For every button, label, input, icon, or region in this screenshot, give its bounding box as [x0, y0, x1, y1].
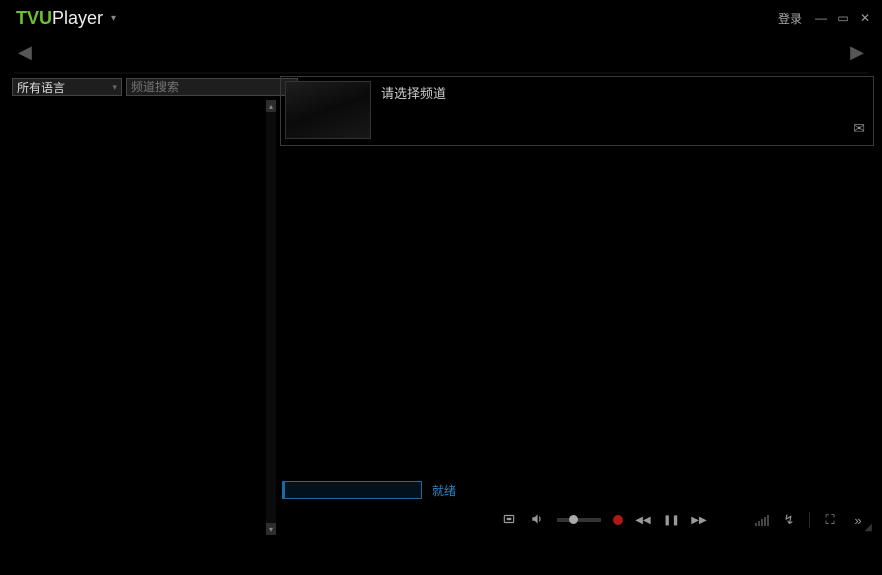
volume-slider[interactable]	[557, 518, 601, 522]
pause-button[interactable]: ❚❚	[663, 515, 679, 526]
title-bar: TVUPlayer ▾ 登录 — ▭ ✕	[0, 0, 882, 36]
channel-prompt-text: 请选择频道	[381, 81, 446, 141]
mail-icon[interactable]: ✉	[853, 120, 865, 137]
scroll-down-button[interactable]: ▾	[266, 523, 276, 535]
volume-knob[interactable]	[569, 515, 578, 524]
resize-grip-icon[interactable]: ◢	[864, 522, 872, 533]
close-button[interactable]: ✕	[856, 9, 874, 27]
chevron-down-icon: ▾	[112, 82, 117, 93]
volume-icon[interactable]	[529, 512, 545, 529]
language-dropdown[interactable]: 所有语言 ▾	[12, 78, 122, 96]
minimize-button[interactable]: —	[812, 9, 830, 27]
language-dropdown-label: 所有语言	[17, 79, 65, 96]
scroll-up-button[interactable]: ▴	[266, 100, 276, 112]
channel-list-area: ▴ ▾	[0, 100, 278, 535]
maximize-button[interactable]: ▭	[834, 9, 852, 27]
progress-row: 就绪	[280, 475, 874, 505]
status-text: 就绪	[432, 482, 456, 499]
app-logo: TVUPlayer	[16, 8, 103, 29]
refresh-icon[interactable]: ↯	[781, 512, 797, 528]
channel-search-input[interactable]	[131, 80, 286, 94]
main-menu-dropdown-icon[interactable]: ▾	[111, 13, 116, 24]
signal-strength-icon[interactable]	[755, 514, 769, 526]
fullscreen-icon[interactable]: ⛶	[822, 512, 838, 528]
channel-preview-thumbnail	[285, 81, 371, 139]
logo-part-1: TVU	[16, 8, 52, 29]
nav-next-icon[interactable]: ▶	[850, 42, 864, 63]
main-body: 所有语言 ▾ ⌕ ▴ ▾ 请选择频道 ✉ 就绪	[0, 74, 882, 535]
channel-search-box[interactable]: ⌕	[126, 78, 298, 96]
forward-button[interactable]: ▶▶	[691, 515, 707, 526]
main-panel: 请选择频道 ✉ 就绪 ◀◀ ❚❚ ▶▶	[278, 74, 882, 535]
channel-info-card: 请选择频道 ✉	[280, 76, 874, 146]
nav-prev-icon[interactable]: ◀	[18, 42, 32, 63]
sidebar-scrollbar[interactable]: ▴ ▾	[266, 100, 276, 535]
login-link[interactable]: 登录	[778, 10, 802, 27]
logo-part-2: Player	[52, 8, 103, 29]
player-controls: ◀◀ ❚❚ ▶▶ ↯ ⛶ » ◢	[280, 505, 874, 535]
separator	[809, 512, 810, 528]
top-nav-bar: ◀ ▶	[0, 36, 882, 74]
progress-bar[interactable]	[282, 481, 422, 499]
rewind-button[interactable]: ◀◀	[635, 515, 651, 526]
sidebar: 所有语言 ▾ ⌕ ▴ ▾	[0, 74, 278, 535]
screenshot-icon[interactable]	[501, 512, 517, 529]
video-playback-area[interactable]	[280, 150, 874, 475]
sidebar-search-row: 所有语言 ▾ ⌕	[0, 74, 278, 98]
record-button[interactable]	[613, 515, 623, 525]
